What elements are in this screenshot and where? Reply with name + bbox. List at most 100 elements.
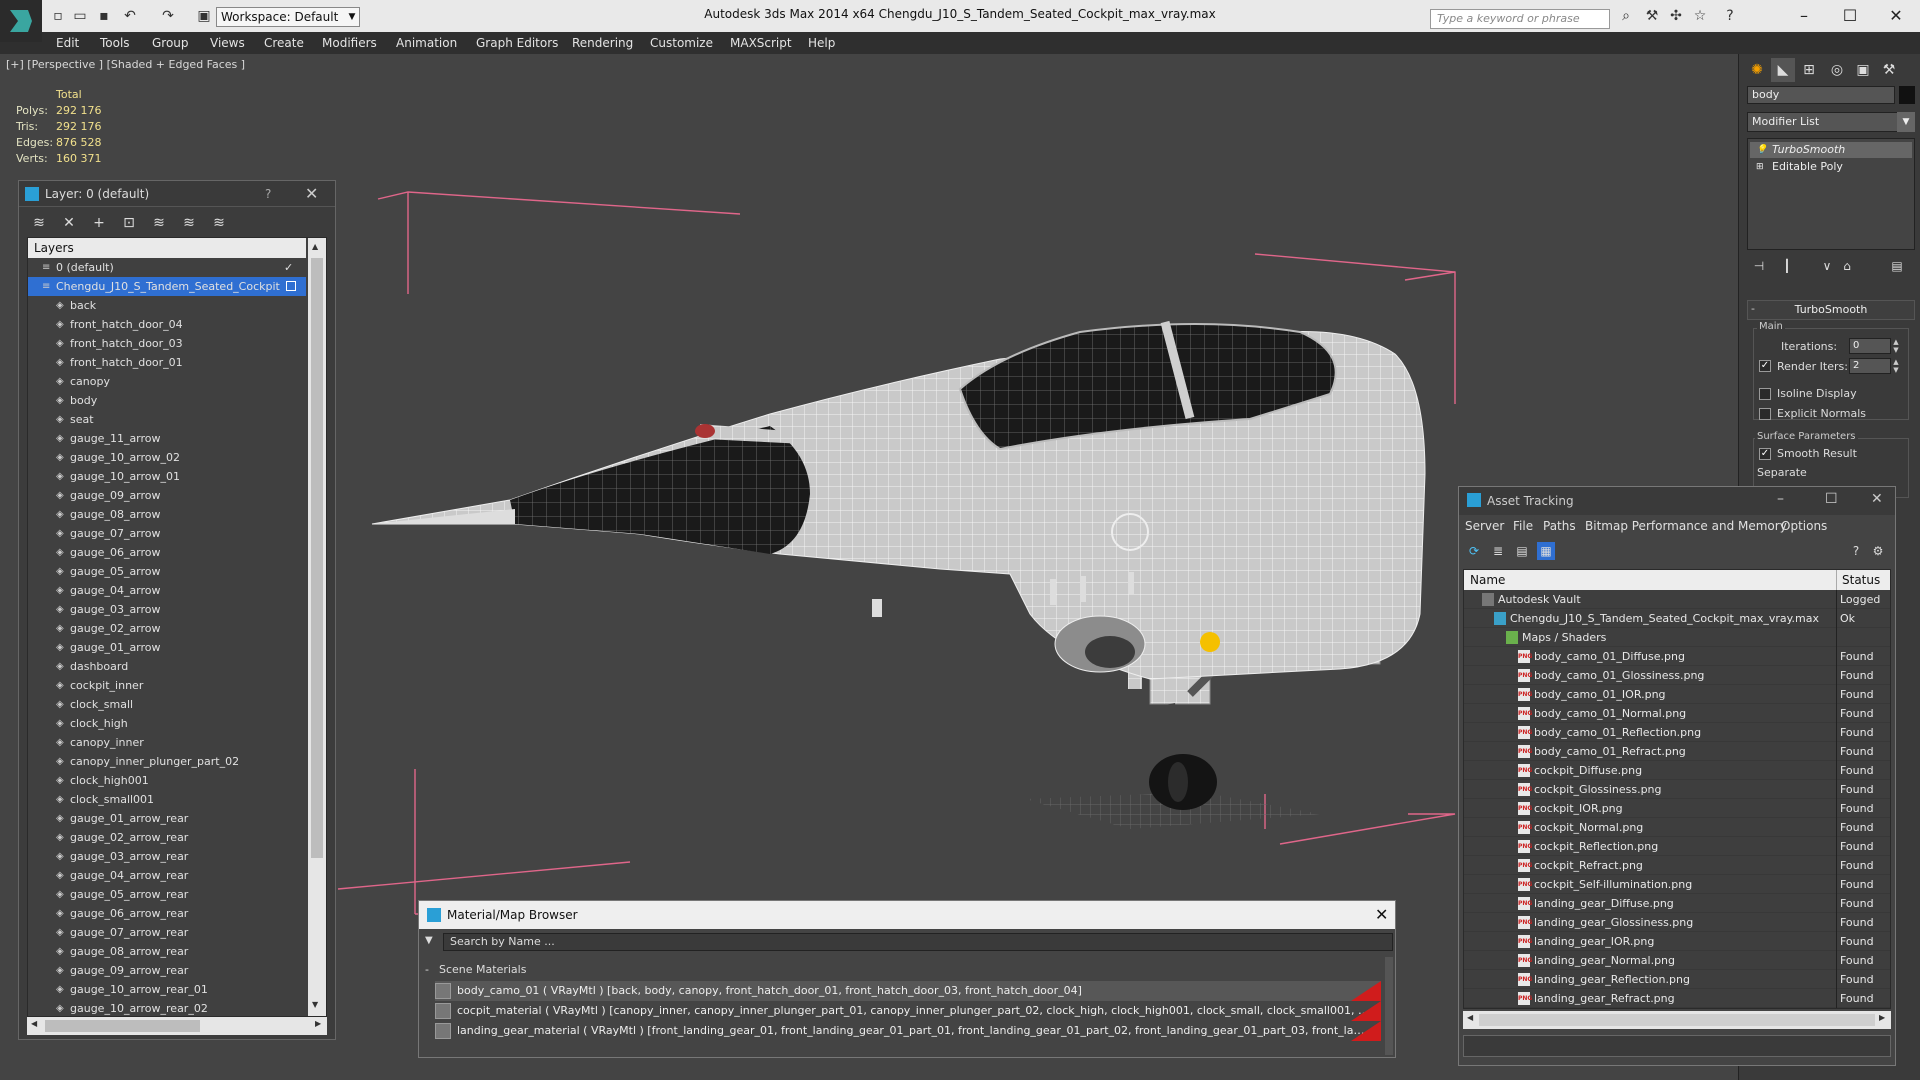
layer-row[interactable]: ◈ gauge_05_arrow — [28, 562, 306, 581]
minimize-icon[interactable]: – — [1777, 491, 1784, 507]
motion-tab-icon[interactable]: ◎ — [1825, 58, 1849, 82]
scroll-right-icon[interactable]: ▶ — [1879, 1013, 1885, 1022]
scroll-down-icon[interactable]: ▼ — [312, 1000, 318, 1009]
collapse-icon[interactable]: - — [1751, 300, 1755, 318]
layer-row[interactable]: ◈ gauge_01_arrow — [28, 638, 306, 657]
layer-row[interactable]: ◈ canopy_inner — [28, 733, 306, 752]
layer-row[interactable]: ◈ gauge_10_arrow_02 — [28, 448, 306, 467]
refresh-icon[interactable]: ⟳ — [1465, 542, 1483, 560]
chevron-down-icon[interactable]: ▼ — [1897, 112, 1915, 132]
help-icon[interactable]: ? — [1722, 8, 1738, 24]
lightbulb-icon[interactable]: 💡 — [1756, 142, 1767, 158]
layer-row[interactable]: ◈ gauge_03_arrow — [28, 600, 306, 619]
asset-row[interactable]: Maps / Shaders — [1464, 628, 1890, 647]
layer-row[interactable]: ◈ canopy_inner_plunger_part_02 — [28, 752, 306, 771]
column-name-header[interactable]: Name — [1470, 573, 1505, 587]
layer-row[interactable]: ◈ gauge_11_arrow — [28, 429, 306, 448]
asset-row[interactable]: PNG body_camo_01_Glossiness.png Found — [1464, 666, 1890, 685]
utilities-tab-icon[interactable]: ⚒ — [1877, 58, 1901, 82]
object-color-swatch[interactable] — [1899, 86, 1915, 104]
stack-item-turbosmooth[interactable]: 💡 TurboSmooth — [1750, 142, 1912, 158]
asset-row[interactable]: PNG landing_gear_Normal.png Found — [1464, 951, 1890, 970]
asset-tracking-titlebar[interactable]: Asset Tracking – ☐ ✕ — [1459, 487, 1895, 515]
material-item-landing-gear[interactable]: landing_gear_material ( VRayMtl ) [front… — [435, 1021, 1381, 1041]
scroll-left-icon[interactable]: ◀ — [31, 1019, 37, 1028]
layer-horizontal-scrollbar[interactable]: ◀ ▶ — [27, 1017, 327, 1035]
star-icon[interactable]: ☆ — [1692, 8, 1708, 24]
asset-row[interactable]: PNG body_camo_01_IOR.png Found — [1464, 685, 1890, 704]
asset-menu-options[interactable]: Options — [1781, 519, 1827, 533]
layer-row[interactable]: ◈ clock_high001 — [28, 771, 306, 790]
menu-graph-editors[interactable]: Graph Editors — [476, 36, 558, 50]
search-input[interactable]: Type a keyword or phrase — [1430, 9, 1610, 29]
spinner-arrows-icon[interactable]: ▲ ▼ — [1891, 358, 1901, 374]
asset-row[interactable]: Chengdu_J10_S_Tandem_Seated_Cockpit_max_… — [1464, 609, 1890, 628]
asset-status-field[interactable] — [1463, 1035, 1891, 1057]
layer-row[interactable]: ◈ clock_small001 — [28, 790, 306, 809]
asset-row[interactable]: PNG body_camo_01_Reflection.png Found — [1464, 723, 1890, 742]
scroll-thumb[interactable] — [1479, 1014, 1875, 1026]
stack-item-editable-poly[interactable]: ⊞ Editable Poly — [1750, 159, 1912, 175]
asset-row[interactable]: PNG landing_gear_IOR.png Found — [1464, 932, 1890, 951]
layer-row[interactable]: ◈ gauge_08_arrow — [28, 505, 306, 524]
layer-row[interactable]: ◈ gauge_05_arrow_rear — [28, 885, 306, 904]
minimize-button[interactable]: – — [1784, 4, 1824, 28]
search-options-icon[interactable]: ▼ — [425, 935, 433, 946]
layer-row[interactable]: ◈ gauge_02_arrow_rear — [28, 828, 306, 847]
asset-row[interactable]: PNG cockpit_Refract.png Found — [1464, 856, 1890, 875]
scroll-right-icon[interactable]: ▶ — [315, 1019, 321, 1028]
asset-row[interactable]: PNG landing_gear_Refract.png Found — [1464, 989, 1890, 1008]
remove-modifier-icon[interactable]: ⌂ — [1837, 257, 1857, 275]
asset-menu-file[interactable]: File — [1513, 519, 1533, 533]
asset-row[interactable]: PNG cockpit_Normal.png Found — [1464, 818, 1890, 837]
exchange-icon[interactable]: ✣ — [1668, 8, 1684, 24]
iterations-spinner[interactable]: 0 — [1849, 338, 1891, 354]
layer-row[interactable]: ◈ gauge_04_arrow — [28, 581, 306, 600]
material-search-input[interactable]: Search by Name ... — [443, 933, 1393, 951]
expand-icon[interactable]: ⊞ — [1756, 159, 1764, 175]
binoculars-icon[interactable]: ⌕ — [1618, 8, 1634, 24]
layer-row[interactable]: ◈ front_hatch_door_01 — [28, 353, 306, 372]
tools-icon[interactable]: ⚒ — [1644, 8, 1660, 24]
layer-row[interactable]: ≡ 0 (default) ✓ — [28, 258, 306, 277]
layer-row[interactable]: ◈ gauge_02_arrow — [28, 619, 306, 638]
menu-customize[interactable]: Customize — [650, 36, 713, 50]
asset-horizontal-scrollbar[interactable]: ◀ ▶ — [1463, 1011, 1891, 1029]
scroll-thumb[interactable] — [311, 258, 323, 858]
menu-maxscript[interactable]: MAXScript — [730, 36, 792, 50]
scroll-up-icon[interactable]: ▲ — [312, 242, 318, 251]
asset-row[interactable]: PNG cockpit_Self-illumination.png Found — [1464, 875, 1890, 894]
object-name-field[interactable]: body — [1747, 86, 1895, 104]
layer-row[interactable]: ◈ gauge_06_arrow — [28, 543, 306, 562]
create-layer-icon[interactable]: ≋ — [29, 214, 49, 232]
menu-rendering[interactable]: Rendering — [572, 36, 633, 50]
help-icon[interactable]: ? — [265, 187, 271, 201]
list-view-icon[interactable]: ≣ — [1489, 542, 1507, 560]
asset-row[interactable]: PNG landing_gear_Diffuse.png Found — [1464, 894, 1890, 913]
material-vertical-scrollbar[interactable] — [1385, 957, 1393, 1055]
modifier-list-dropdown[interactable]: Modifier List — [1747, 112, 1915, 132]
menu-group[interactable]: Group — [152, 36, 189, 50]
layer-row[interactable]: ◈ seat — [28, 410, 306, 429]
column-divider[interactable] — [1836, 570, 1837, 590]
layer-row[interactable]: ◈ gauge_09_arrow — [28, 486, 306, 505]
asset-menu-server[interactable]: Server — [1465, 519, 1504, 533]
isoline-display-checkbox[interactable] — [1759, 388, 1771, 400]
layer-row[interactable]: ◈ gauge_03_arrow_rear — [28, 847, 306, 866]
layer-row[interactable]: ◈ gauge_06_arrow_rear — [28, 904, 306, 923]
layer-row[interactable]: ◈ back — [28, 296, 306, 315]
delete-layer-icon[interactable]: ✕ — [59, 214, 79, 232]
show-end-result-icon[interactable]: ┃ — [1777, 257, 1797, 275]
menu-edit[interactable]: Edit — [56, 36, 79, 50]
layer-row[interactable]: ◈ gauge_08_arrow_rear — [28, 942, 306, 961]
spinner-arrows-icon[interactable]: ▲ ▼ — [1891, 338, 1901, 354]
create-tab-icon[interactable]: ✺ — [1745, 58, 1769, 82]
menu-tools[interactable]: Tools — [100, 36, 130, 50]
menu-views[interactable]: Views — [210, 36, 245, 50]
layer-row[interactable]: ◈ gauge_07_arrow_rear — [28, 923, 306, 942]
layer-row[interactable]: ◈ gauge_07_arrow — [28, 524, 306, 543]
close-icon[interactable]: ✕ — [1375, 905, 1388, 924]
scroll-left-icon[interactable]: ◀ — [1467, 1013, 1473, 1022]
freeze-layers-icon[interactable]: ≋ — [209, 214, 229, 232]
material-item-cockpit[interactable]: cocpit_material ( VRayMtl ) [canopy_inne… — [435, 1001, 1381, 1021]
